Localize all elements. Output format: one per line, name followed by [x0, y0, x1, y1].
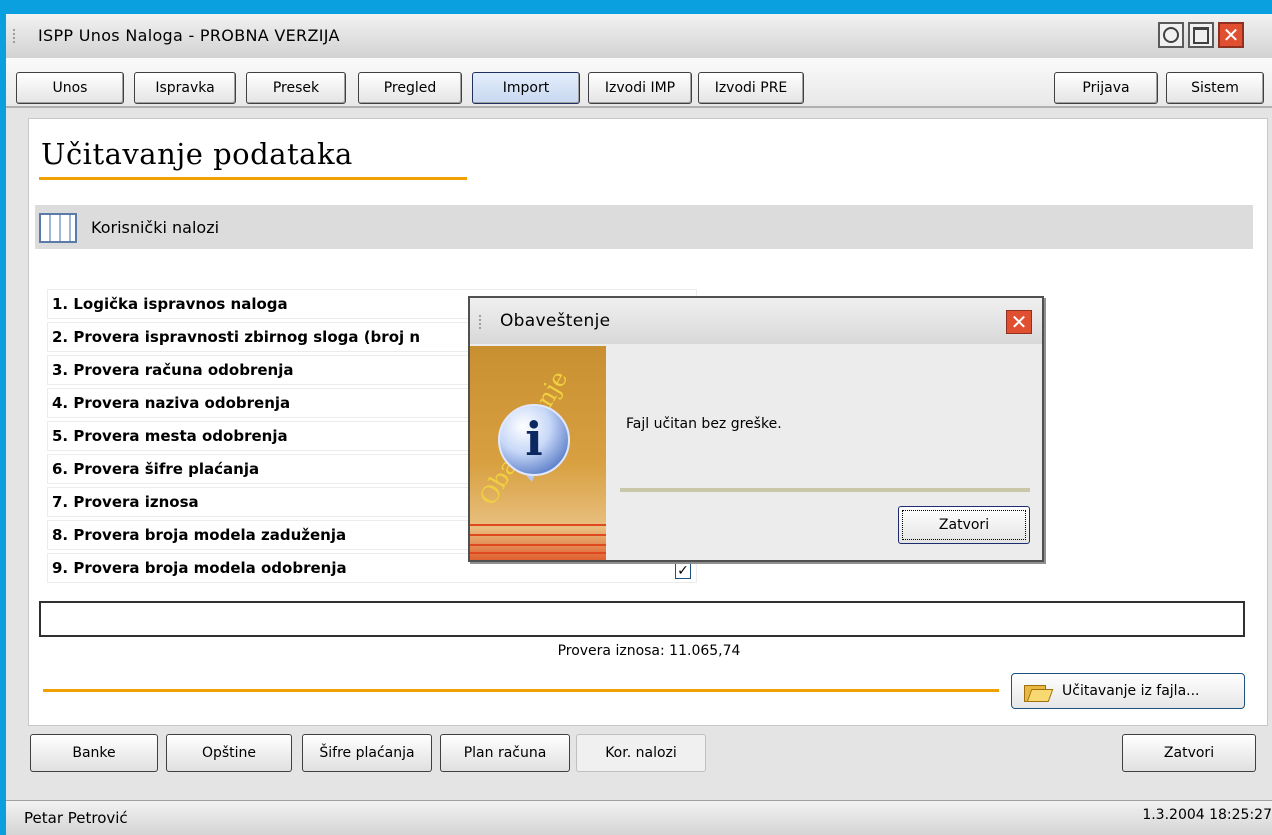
toolbar-izvodi-pre-button[interactable]: Izvodi PRE: [698, 72, 804, 104]
notification-dialog: Obaveštenje ✕ Obaveštenje i Fajl učitan …: [468, 296, 1044, 562]
status-user: Petar Petrović: [24, 809, 128, 827]
grip-icon: [12, 28, 16, 44]
dialog-message: Fajl učitan bez greške.: [626, 416, 782, 432]
banke-button[interactable]: Banke: [30, 734, 158, 772]
maximize-icon[interactable]: [1188, 22, 1214, 48]
section-title: Korisnički nalozi: [91, 218, 220, 237]
toolbar-ispravka-button[interactable]: Ispravka: [134, 72, 236, 104]
folder-open-icon: [1024, 682, 1050, 702]
load-from-file-label: Učitavanje iz fajla...: [1062, 683, 1200, 699]
close-button[interactable]: Zatvori: [1122, 734, 1256, 772]
close-window-icon[interactable]: ✕: [1218, 22, 1244, 48]
toolbar-presek-button[interactable]: Presek: [246, 72, 346, 104]
toolbar-izvodi-imp-button[interactable]: Izvodi IMP: [588, 72, 692, 104]
dialog-divider: [620, 488, 1030, 492]
window-title: ISPP Unos Naloga - PROBNA VERZIJA: [38, 26, 340, 45]
sifre-placanja-button[interactable]: Šifre plaćanja: [302, 734, 432, 772]
check-9-checkbox[interactable]: ✓: [675, 563, 691, 579]
toolbar-sistem-button[interactable]: Sistem: [1166, 72, 1264, 104]
status-bar: Petar Petrović 1.3.2004 18:25:27: [6, 800, 1272, 835]
load-from-file-button[interactable]: Učitavanje iz fajla...: [1011, 673, 1245, 709]
kor-nalozi-button[interactable]: Kor. nalozi: [576, 734, 706, 772]
toolbar-import-button[interactable]: Import: [472, 72, 580, 104]
bottom-bar: Banke Opštine Šifre plaćanja Plan računa…: [6, 730, 1272, 780]
info-icon: i: [498, 404, 570, 476]
provera-iznosa-label: Provera iznosa: 11.065,74: [557, 643, 741, 659]
dialog-grip-icon: [478, 314, 482, 330]
title-underline: [39, 177, 467, 180]
restore-icon[interactable]: [1158, 22, 1184, 48]
dialog-title: Obaveštenje: [500, 311, 611, 331]
title-bar[interactable]: ISPP Unos Naloga - PROBNA VERZIJA ✕: [6, 14, 1272, 58]
dialog-close-button[interactable]: Zatvori: [898, 506, 1030, 544]
main-toolbar: Unos Ispravka Presek Pregled Import Izvo…: [6, 58, 1272, 108]
status-datetime: 1.3.2004 18:25:27: [1142, 807, 1272, 823]
table-icon: [39, 213, 77, 243]
toolbar-prijava-button[interactable]: Prijava: [1054, 72, 1158, 104]
progress-bar: [39, 601, 1245, 637]
dialog-side-banner: Obaveštenje i: [470, 346, 606, 560]
opstine-button[interactable]: Opštine: [166, 734, 292, 772]
plan-racuna-button[interactable]: Plan računa: [440, 734, 570, 772]
page-title: Učitavanje podataka: [41, 137, 353, 171]
section-header: Korisnički nalozi: [35, 205, 1253, 249]
toolbar-pregled-button[interactable]: Pregled: [358, 72, 462, 104]
orange-divider: [43, 689, 999, 692]
dialog-title-bar[interactable]: Obaveštenje ✕: [470, 298, 1042, 344]
dialog-close-icon[interactable]: ✕: [1006, 310, 1032, 334]
toolbar-unos-button[interactable]: Unos: [16, 72, 124, 104]
